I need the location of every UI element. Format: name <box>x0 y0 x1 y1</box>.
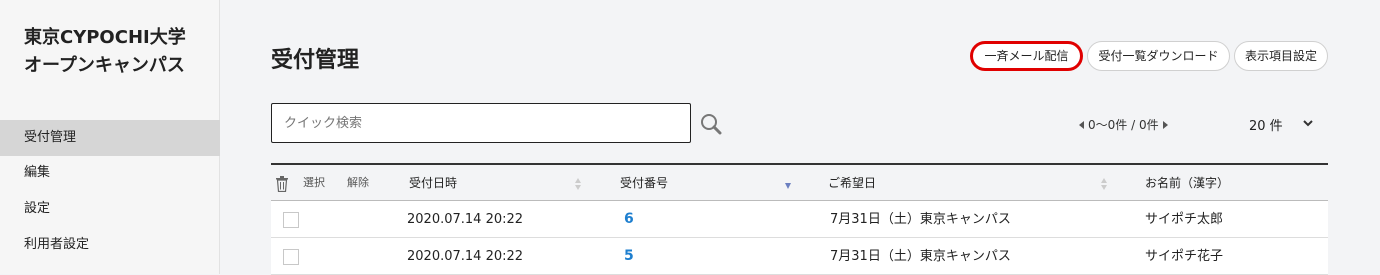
sidebar-item-reception[interactable]: 受付管理 <box>0 120 220 156</box>
table-row[interactable]: 2020.07.14 20:22 6 7月31日（土）東京キャンパス サイポチ太… <box>271 201 1328 238</box>
brand-line-1: 東京CYPOCHI大学 <box>24 27 186 48</box>
table-header: 選択 解除 受付日時 受付番号 ご希望日 お名前（漢字） <box>271 163 1328 201</box>
column-desired-date[interactable]: ご希望日 <box>828 165 876 201</box>
sidebar: 東京CYPOCHI大学 オープンキャンパス 受付管理 編集 設定 利用者設定 <box>0 0 220 274</box>
cell-received-at: 2020.07.14 20:22 <box>407 212 524 227</box>
main-content: 受付管理 一斉メール配信 受付一覧ダウンロード 表示項目設定 0〜0件 / 0件… <box>221 0 1380 275</box>
row-checkbox[interactable] <box>283 249 299 265</box>
cell-name: サイポチ花子 <box>1145 249 1224 264</box>
select-all-link[interactable]: 選択 <box>303 165 325 201</box>
pager: 0〜0件 / 0件 <box>1079 116 1168 133</box>
cell-number-link[interactable]: 5 <box>624 238 634 275</box>
column-number[interactable]: 受付番号 <box>620 165 668 201</box>
chevron-down-icon[interactable] <box>1303 118 1313 128</box>
sort-icon[interactable] <box>1101 178 1107 190</box>
display-settings-button[interactable]: 表示項目設定 <box>1234 41 1328 71</box>
next-page-icon[interactable] <box>1162 120 1168 129</box>
search-icon[interactable] <box>699 112 723 136</box>
bulk-mail-button[interactable]: 一斉メール配信 <box>970 41 1083 71</box>
cell-desired-date: 7月31日（土）東京キャンパス <box>830 212 1011 227</box>
download-list-button[interactable]: 受付一覧ダウンロード <box>1087 41 1230 71</box>
row-checkbox[interactable] <box>283 212 299 228</box>
column-received-at[interactable]: 受付日時 <box>409 165 457 201</box>
sort-desc-icon[interactable] <box>785 178 791 190</box>
sidebar-item-settings[interactable]: 設定 <box>0 191 220 227</box>
deselect-all-link[interactable]: 解除 <box>347 165 369 201</box>
page-title: 受付管理 <box>271 48 360 73</box>
cell-number-link[interactable]: 6 <box>624 201 634 238</box>
per-page-select[interactable]: 20 件 <box>1249 115 1283 134</box>
sidebar-item-user-settings[interactable]: 利用者設定 <box>0 227 220 263</box>
quick-search-input[interactable] <box>271 103 691 143</box>
brand-line-2: オープンキャンパス <box>24 55 185 76</box>
cell-received-at: 2020.07.14 20:22 <box>407 249 524 264</box>
cell-name: サイポチ太郎 <box>1145 212 1224 227</box>
trash-icon[interactable] <box>275 176 289 192</box>
pager-text: 0〜0件 / 0件 <box>1088 118 1159 132</box>
cell-desired-date: 7月31日（土）東京キャンパス <box>830 249 1011 264</box>
reception-table: 選択 解除 受付日時 受付番号 ご希望日 お名前（漢字） 2020.07.14 … <box>271 163 1328 275</box>
column-name[interactable]: お名前（漢字） <box>1145 165 1229 201</box>
sort-icon[interactable] <box>575 178 581 190</box>
prev-page-icon[interactable] <box>1079 120 1084 129</box>
sidebar-item-edit[interactable]: 編集 <box>0 155 220 191</box>
brand-title: 東京CYPOCHI大学 オープンキャンパス <box>24 24 214 80</box>
table-row[interactable]: 2020.07.14 20:22 5 7月31日（土）東京キャンパス サイポチ花… <box>271 238 1328 275</box>
